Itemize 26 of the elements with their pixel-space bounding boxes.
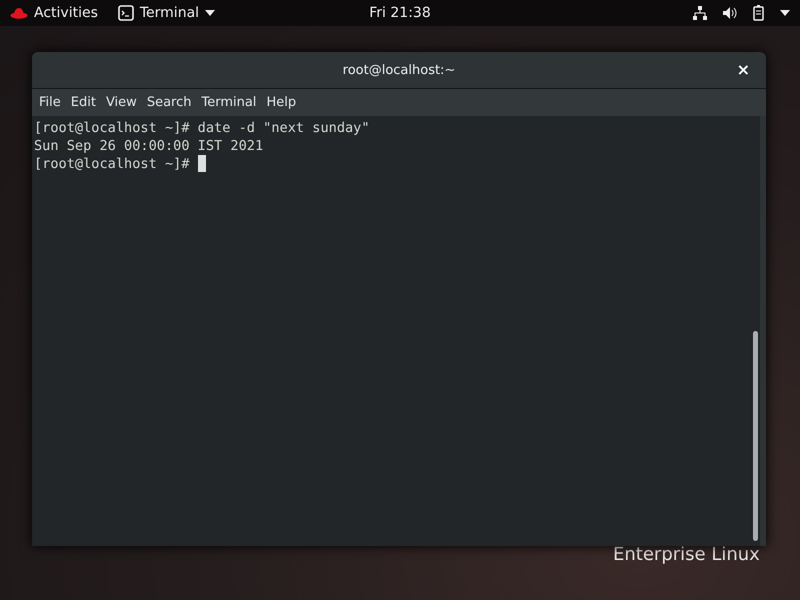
- caret-icon: [205, 10, 216, 16]
- menu-item[interactable]: View: [100, 95, 142, 110]
- menu-item[interactable]: Search: [142, 95, 196, 110]
- app-menu-label: Terminal: [140, 5, 200, 21]
- volume-icon[interactable]: [722, 5, 738, 21]
- network-icon[interactable]: [692, 5, 708, 21]
- terminal-line: Sun Sep 26 00:00:00 IST 2021: [34, 137, 264, 155]
- hat-icon: [10, 7, 28, 19]
- battery-icon[interactable]: [752, 5, 766, 21]
- activities-button[interactable]: Activities: [10, 5, 98, 21]
- clock[interactable]: Fri 21:38: [369, 5, 431, 21]
- menu-item[interactable]: Edit: [66, 95, 101, 110]
- window-title: root@localhost:~: [342, 62, 456, 78]
- caret-icon[interactable]: [780, 10, 790, 16]
- terminal-line: [root@localhost ~]# date -d "next sunday": [34, 119, 370, 137]
- menu-item[interactable]: Terminal: [196, 95, 262, 110]
- brand-text: Enterprise Linux: [613, 544, 760, 565]
- terminal-icon: [118, 5, 134, 21]
- menu-item[interactable]: Help: [261, 95, 302, 110]
- menu-item[interactable]: File: [34, 95, 66, 110]
- activities-label: Activities: [34, 5, 98, 21]
- app-menu[interactable]: Terminal: [118, 5, 216, 21]
- close-button[interactable]: ×: [732, 60, 754, 79]
- scrollbar-thumb[interactable]: [753, 331, 758, 541]
- terminal-area[interactable]: [root@localhost ~]# date -d "next sunday" Sun Sep 26 00:00:00 IST 2021 [root@localhost ~]#: [32, 116, 760, 546]
- terminal-line: [root@localhost ~]#: [34, 155, 190, 173]
